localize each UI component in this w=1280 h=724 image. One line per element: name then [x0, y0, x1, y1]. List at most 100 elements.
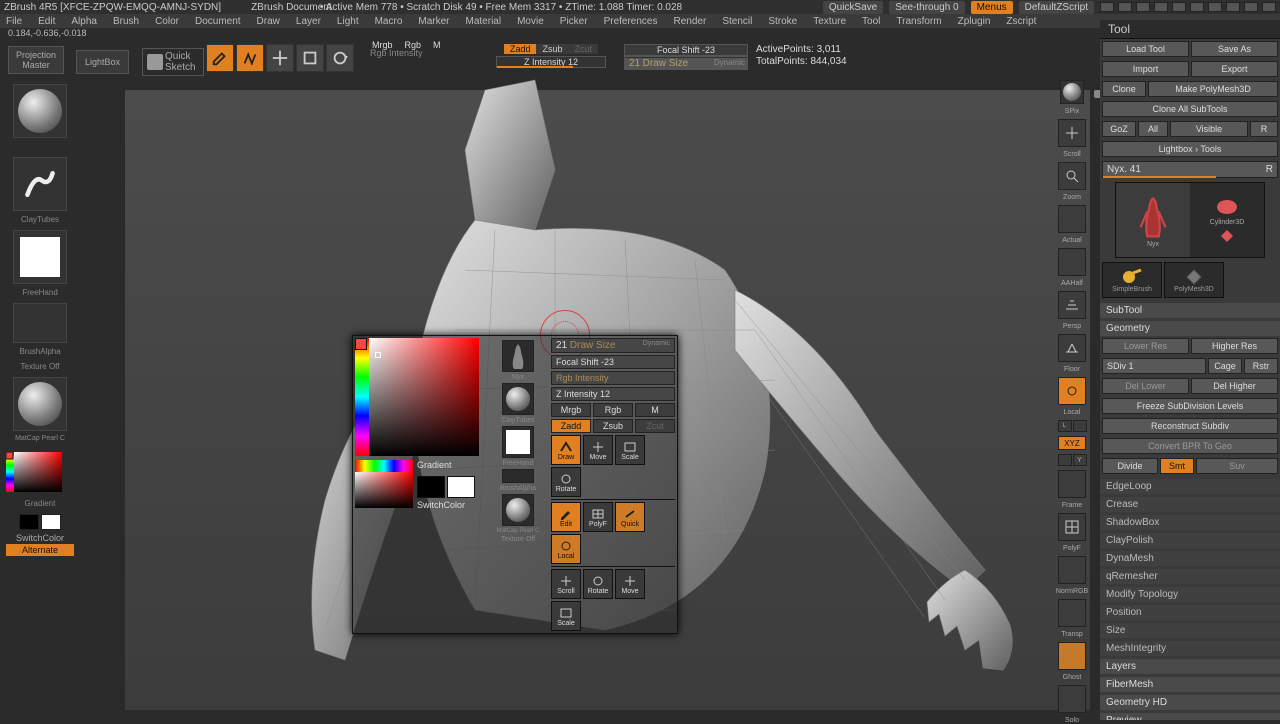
menu-edit[interactable]: Edit — [38, 16, 55, 27]
qremesher-header[interactable]: qRemesher — [1100, 569, 1280, 584]
persp-button[interactable] — [1058, 291, 1086, 319]
menu-zscript[interactable]: Zscript — [1006, 16, 1036, 27]
normrgb-button[interactable] — [1058, 556, 1086, 584]
popup-quick[interactable]: Quick — [615, 502, 645, 532]
popup-z-intensity[interactable]: Z Intensity 12 — [551, 387, 675, 401]
popup-focal-shift[interactable]: Focal Shift -23 — [551, 355, 675, 369]
goz-button[interactable]: GoZ — [1102, 121, 1136, 137]
claypolish-header[interactable]: ClayPolish — [1100, 533, 1280, 548]
floor-button[interactable] — [1058, 334, 1086, 362]
ghost-button[interactable] — [1058, 642, 1086, 670]
alpha-thumb[interactable] — [13, 303, 67, 343]
menu-macro[interactable]: Macro — [375, 16, 403, 27]
geometry-header[interactable]: Geometry — [1100, 321, 1280, 336]
z-intensity-slider[interactable]: Z Intensity 12 — [496, 56, 606, 68]
menu-preferences[interactable]: Preferences — [604, 16, 658, 27]
rotate-mode-button[interactable] — [326, 44, 354, 72]
seethrough-slider[interactable]: See-through 0 — [889, 1, 964, 14]
menu-brush[interactable]: Brush — [113, 16, 139, 27]
popup-mat-thumb[interactable] — [502, 494, 534, 526]
crease-header[interactable]: Crease — [1100, 497, 1280, 512]
switchcolor-button[interactable]: SwitchColor — [6, 532, 74, 544]
win-btn-5[interactable] — [1172, 2, 1186, 12]
win-close[interactable] — [1262, 2, 1276, 12]
move-mode-button[interactable] — [266, 44, 294, 72]
preview-header[interactable]: Preview — [1100, 713, 1280, 720]
quicksave-button[interactable]: QuickSave — [823, 1, 883, 14]
popup-rot2[interactable]: Rotate — [583, 569, 613, 599]
subtool-header[interactable]: SubTool — [1100, 303, 1280, 318]
popup-rgb[interactable]: Rgb — [593, 403, 633, 417]
zadd-button[interactable]: Zadd — [504, 44, 537, 54]
tool-thumb[interactable] — [13, 84, 67, 138]
nyx-slider[interactable]: Nyx. 41R — [1102, 161, 1278, 178]
popup-polyf[interactable]: PolyF — [583, 502, 613, 532]
menu-transform[interactable]: Transform — [896, 16, 941, 27]
draw-mode-button[interactable] — [236, 44, 264, 72]
lightbox-button[interactable]: LightBox — [76, 50, 129, 74]
popup-zsub[interactable]: Zsub — [593, 419, 633, 433]
win-btn-7[interactable] — [1208, 2, 1222, 12]
menu-draw[interactable]: Draw — [257, 16, 280, 27]
lightbox-tools-button[interactable]: Lightbox › Tools — [1102, 141, 1278, 157]
win-min[interactable] — [1226, 2, 1240, 12]
popup-sc2[interactable]: Scale — [551, 601, 581, 631]
popup-brush-thumb[interactable] — [502, 383, 534, 415]
stroke-thumb[interactable] — [13, 230, 67, 284]
popup-mv2[interactable]: Move — [615, 569, 645, 599]
edit-mode-button[interactable] — [206, 44, 234, 72]
popup-alpha-thumb[interactable] — [502, 469, 534, 483]
menu-document[interactable]: Document — [195, 16, 241, 27]
swatch-secondary[interactable] — [19, 514, 39, 530]
material-thumb[interactable] — [13, 377, 67, 431]
divide-button[interactable]: Divide — [1102, 458, 1158, 474]
rstr-button[interactable]: Rstr — [1244, 358, 1278, 374]
popup-tool-thumb[interactable] — [502, 340, 534, 372]
popup-scale[interactable]: Scale — [615, 435, 645, 465]
edgeloop-header[interactable]: EdgeLoop — [1100, 479, 1280, 494]
scroll-button[interactable] — [1058, 119, 1086, 147]
render-thumb[interactable] — [1060, 80, 1084, 104]
clone-all-subtools-button[interactable]: Clone All SubTools — [1102, 101, 1278, 117]
cage-button[interactable]: Cage — [1208, 358, 1242, 374]
sv-cursor[interactable] — [375, 352, 381, 358]
popup-drawsize[interactable]: 21 Draw SizeDynamic — [551, 338, 675, 353]
goz-visible-button[interactable]: Visible — [1170, 121, 1248, 137]
projection-master-button[interactable]: Projection Master — [8, 46, 64, 74]
higher-res-button[interactable]: Higher Res — [1191, 338, 1278, 354]
menu-light[interactable]: Light — [337, 16, 359, 27]
color-picker-mini[interactable] — [6, 452, 62, 492]
freeze-subdiv-button[interactable]: Freeze SubDivision Levels — [1102, 398, 1278, 414]
menu-movie[interactable]: Movie — [517, 16, 544, 27]
menu-color[interactable]: Color — [155, 16, 179, 27]
make-polymesh3d-button[interactable]: Make PolyMesh3D — [1148, 81, 1278, 97]
fibermesh-header[interactable]: FiberMesh — [1100, 677, 1280, 692]
popup-zcut[interactable]: Zcut — [635, 419, 675, 433]
zsub-button[interactable]: Zsub — [536, 44, 568, 54]
popup-mrgb[interactable]: Mrgb — [551, 403, 591, 417]
zcut-button[interactable]: Zcut — [569, 44, 599, 54]
menu-texture[interactable]: Texture — [813, 16, 846, 27]
popup-zadd[interactable]: Zadd — [551, 419, 591, 433]
popup-swatch-black[interactable] — [417, 476, 445, 498]
layers-header[interactable]: Layers — [1100, 659, 1280, 674]
color-picker-large[interactable] — [355, 338, 479, 456]
position-header[interactable]: Position — [1100, 605, 1280, 620]
xyz-button[interactable]: XYZ — [1058, 436, 1086, 450]
frame-button[interactable] — [1058, 470, 1086, 498]
tool-selector[interactable]: Nyx Cylinder3D — [1115, 182, 1265, 258]
zoom-button[interactable] — [1058, 162, 1086, 190]
transp-button[interactable] — [1058, 599, 1086, 627]
menu-tool[interactable]: Tool — [862, 16, 880, 27]
rgb-intensity-slider[interactable]: Rgb Intensity — [366, 48, 427, 58]
popup-rgb-intensity[interactable]: Rgb Intensity — [551, 371, 675, 385]
win-btn-3[interactable] — [1136, 2, 1150, 12]
popup-local[interactable]: Local — [551, 534, 581, 564]
sdiv-slider[interactable]: SDiv 1 — [1102, 358, 1206, 374]
popup-m[interactable]: M — [635, 403, 675, 417]
popup-draw[interactable]: Draw — [551, 435, 581, 465]
secondary-picker[interactable] — [355, 460, 413, 508]
popup-switchcolor[interactable]: SwitchColor — [417, 500, 465, 510]
polyf-button[interactable] — [1058, 513, 1086, 541]
clone-button[interactable]: Clone — [1102, 81, 1146, 97]
